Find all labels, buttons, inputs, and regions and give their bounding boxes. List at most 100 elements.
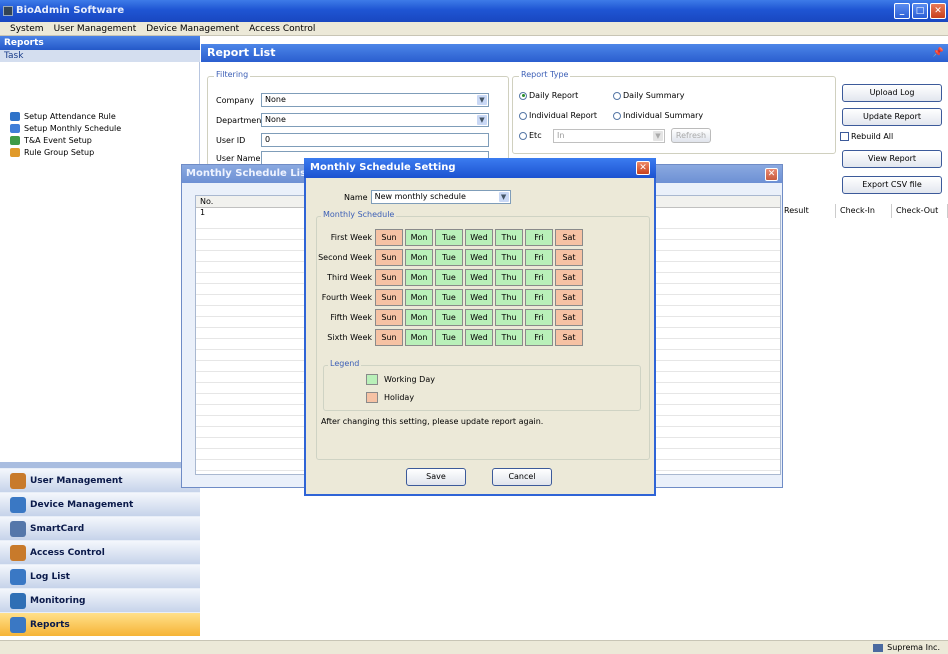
menu-system[interactable]: System bbox=[10, 22, 44, 35]
minimize-button[interactable]: _ bbox=[894, 3, 910, 19]
day-cell[interactable]: Tue bbox=[435, 249, 463, 266]
day-cell[interactable]: Tue bbox=[435, 229, 463, 246]
day-cell[interactable]: Fri bbox=[525, 329, 553, 346]
day-cell[interactable]: Sun bbox=[375, 269, 403, 286]
day-cell[interactable]: Thu bbox=[495, 309, 523, 326]
day-cell[interactable]: Wed bbox=[465, 229, 493, 246]
task-list: Setup Attendance Rule Setup Monthly Sche… bbox=[0, 62, 200, 462]
day-cell[interactable]: Tue bbox=[435, 329, 463, 346]
update-note: After changing this setting, please upda… bbox=[321, 417, 544, 426]
nav-reports[interactable]: Reports bbox=[0, 612, 200, 636]
event-icon bbox=[10, 136, 20, 145]
day-cell[interactable]: Fri bbox=[525, 309, 553, 326]
week-row: Sixth Week Sun Mon Tue Wed Thu Fri Sat bbox=[317, 329, 585, 346]
day-cell[interactable]: Fri bbox=[525, 249, 553, 266]
close-icon[interactable]: ✕ bbox=[636, 161, 650, 175]
column-check-out[interactable]: Check-Out bbox=[892, 204, 948, 218]
nav-label: Monitoring bbox=[30, 595, 86, 606]
day-cell[interactable]: Wed bbox=[465, 309, 493, 326]
refresh-button[interactable]: Refresh bbox=[671, 128, 711, 143]
column-check-in[interactable]: Check-In bbox=[836, 204, 892, 218]
day-cell[interactable]: Sat bbox=[555, 309, 583, 326]
menu-user-management[interactable]: User Management bbox=[54, 22, 137, 35]
update-report-button[interactable]: Update Report bbox=[842, 108, 942, 126]
pin-icon[interactable]: 📌 bbox=[933, 44, 944, 62]
etc-select[interactable]: In ▼ bbox=[553, 129, 665, 143]
day-cell[interactable]: Sat bbox=[555, 329, 583, 346]
day-cell[interactable]: Mon bbox=[405, 249, 433, 266]
close-button[interactable]: ✕ bbox=[930, 3, 946, 19]
daily-summary-radio[interactable]: Daily Summary bbox=[613, 91, 684, 100]
radio-icon bbox=[613, 111, 621, 120]
nav-log-list[interactable]: Log List bbox=[0, 564, 200, 588]
week-label: Fourth Week bbox=[321, 293, 372, 302]
daily-report-label: Daily Report bbox=[529, 91, 579, 100]
nav-label: Access Control bbox=[30, 547, 105, 558]
rebuild-all-checkbox[interactable]: Rebuild All bbox=[840, 132, 893, 141]
day-cell[interactable]: Thu bbox=[495, 329, 523, 346]
day-cell[interactable]: Fri bbox=[525, 269, 553, 286]
day-cell[interactable]: Wed bbox=[465, 249, 493, 266]
nav-access-control[interactable]: Access Control bbox=[0, 540, 200, 564]
radio-icon bbox=[519, 111, 527, 120]
day-cell[interactable]: Wed bbox=[465, 269, 493, 286]
day-cell[interactable]: Mon bbox=[405, 229, 433, 246]
etc-radio[interactable]: Etc bbox=[519, 131, 542, 140]
save-button[interactable]: Save bbox=[406, 468, 466, 486]
day-cell[interactable]: Fri bbox=[525, 229, 553, 246]
task-setup-monthly-schedule[interactable]: Setup Monthly Schedule bbox=[10, 124, 121, 133]
export-csv-button[interactable]: Export CSV file bbox=[842, 176, 942, 194]
nav-smartcard[interactable]: SmartCard bbox=[0, 516, 200, 540]
userid-label: User ID bbox=[216, 135, 246, 145]
day-cell[interactable]: Sun bbox=[375, 249, 403, 266]
individual-report-radio[interactable]: Individual Report bbox=[519, 111, 597, 120]
cancel-button[interactable]: Cancel bbox=[492, 468, 552, 486]
day-cell[interactable]: Sat bbox=[555, 269, 583, 286]
column-result[interactable]: Result bbox=[780, 204, 836, 218]
day-cell[interactable]: Sat bbox=[555, 289, 583, 306]
day-cell[interactable]: Wed bbox=[465, 289, 493, 306]
department-select[interactable]: None ▼ bbox=[261, 113, 489, 127]
day-cell[interactable]: Fri bbox=[525, 289, 553, 306]
nav-user-management[interactable]: User Management bbox=[0, 468, 200, 492]
menu-access-control[interactable]: Access Control bbox=[249, 22, 315, 35]
task-setup-attendance-rule[interactable]: Setup Attendance Rule bbox=[10, 112, 116, 121]
day-cell[interactable]: Mon bbox=[405, 269, 433, 286]
nav-label: Reports bbox=[30, 619, 70, 630]
day-cell[interactable]: Sun bbox=[375, 309, 403, 326]
nav-device-management[interactable]: Device Management bbox=[0, 492, 200, 516]
nav-monitoring[interactable]: Monitoring bbox=[0, 588, 200, 612]
week-row: First Week Sun Mon Tue Wed Thu Fri Sat bbox=[317, 229, 585, 246]
nav-label: Log List bbox=[30, 571, 70, 582]
day-cell[interactable]: Sat bbox=[555, 229, 583, 246]
schedule-name-select[interactable]: New monthly schedule ▼ bbox=[370, 190, 511, 204]
rebuild-all-label: Rebuild All bbox=[851, 132, 894, 141]
upload-log-button[interactable]: Upload Log bbox=[842, 84, 942, 102]
task-ta-event-setup[interactable]: T&A Event Setup bbox=[10, 136, 92, 145]
day-cell[interactable]: Thu bbox=[495, 289, 523, 306]
day-cell[interactable]: Mon bbox=[405, 289, 433, 306]
day-cell[interactable]: Wed bbox=[465, 329, 493, 346]
day-cell[interactable]: Thu bbox=[495, 229, 523, 246]
etc-label: Etc bbox=[529, 131, 542, 140]
task-rule-group-setup[interactable]: Rule Group Setup bbox=[10, 148, 94, 157]
day-cell[interactable]: Sat bbox=[555, 249, 583, 266]
close-icon[interactable]: ✕ bbox=[765, 168, 778, 181]
day-cell[interactable]: Tue bbox=[435, 269, 463, 286]
userid-field[interactable]: 0 bbox=[261, 133, 489, 147]
day-cell[interactable]: Thu bbox=[495, 269, 523, 286]
day-cell[interactable]: Sun bbox=[375, 329, 403, 346]
daily-report-radio[interactable]: Daily Report bbox=[519, 91, 578, 100]
day-cell[interactable]: Thu bbox=[495, 249, 523, 266]
individual-summary-radio[interactable]: Individual Summary bbox=[613, 111, 703, 120]
company-select[interactable]: None ▼ bbox=[261, 93, 489, 107]
day-cell[interactable]: Tue bbox=[435, 289, 463, 306]
day-cell[interactable]: Tue bbox=[435, 309, 463, 326]
day-cell[interactable]: Mon bbox=[405, 309, 433, 326]
view-report-button[interactable]: View Report bbox=[842, 150, 942, 168]
maximize-button[interactable]: □ bbox=[912, 3, 928, 19]
day-cell[interactable]: Sun bbox=[375, 289, 403, 306]
day-cell[interactable]: Mon bbox=[405, 329, 433, 346]
day-cell[interactable]: Sun bbox=[375, 229, 403, 246]
menu-device-management[interactable]: Device Management bbox=[146, 22, 239, 35]
